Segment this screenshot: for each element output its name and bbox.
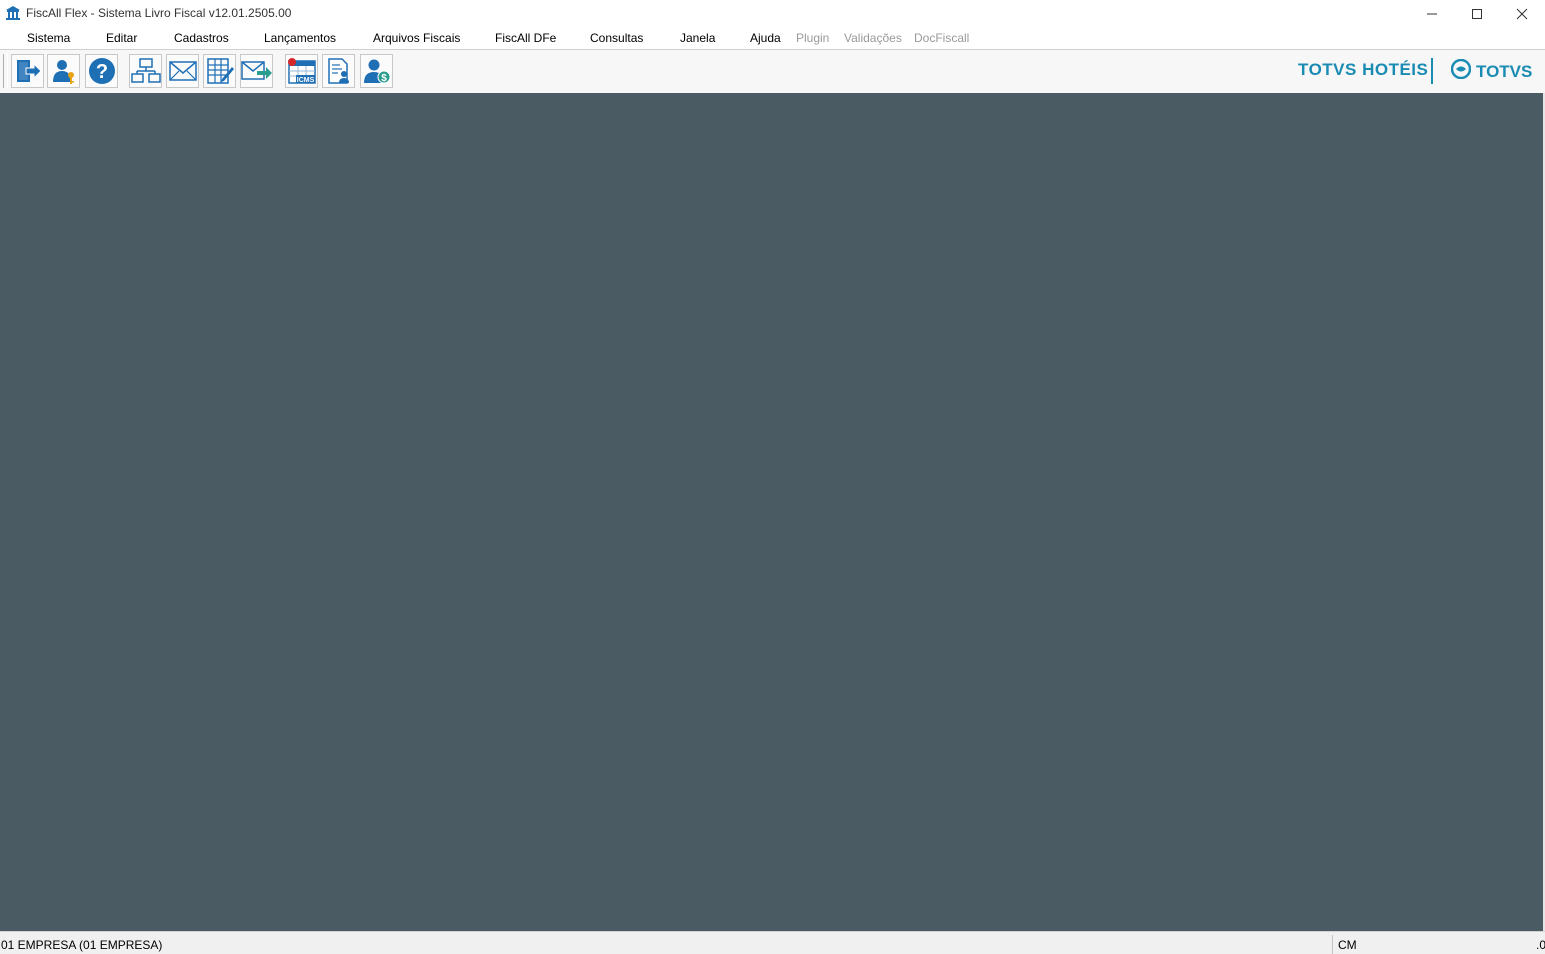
status-company: 01 EMPRESA (01 EMPRESA) xyxy=(1,938,163,952)
minimize-icon xyxy=(1426,8,1438,20)
status-bar: 01 EMPRESA (01 EMPRESA) CM .0 xyxy=(0,931,1545,954)
menu-bar: Sistema Editar Cadastros Lançamentos Arq… xyxy=(0,27,1545,49)
menu-fiscall-dfe[interactable]: FiscAll DFe xyxy=(495,31,556,45)
menu-validacoes: Validações xyxy=(844,31,902,45)
user-document-button[interactable] xyxy=(322,54,355,88)
brand-divider xyxy=(1431,58,1433,84)
user-access-button[interactable] xyxy=(47,54,80,88)
exit-button[interactable] xyxy=(11,54,44,88)
totvs-logo-icon xyxy=(1450,58,1476,84)
window-title: FiscAll Flex - Sistema Livro Fiscal v12.… xyxy=(26,6,292,20)
svg-text:?: ? xyxy=(95,61,107,83)
status-divider xyxy=(1332,935,1333,954)
edit-spreadsheet-button[interactable] xyxy=(203,54,236,88)
totvs-logo-text: TOTVS xyxy=(1476,61,1533,81)
edit-spreadsheet-icon xyxy=(205,57,235,85)
envelope-icon xyxy=(168,57,198,85)
menu-docfiscall: DocFiscall xyxy=(914,31,970,45)
mdi-workspace[interactable] xyxy=(0,93,1545,931)
menu-editar[interactable]: Editar xyxy=(106,31,137,45)
status-corner: .0 xyxy=(1536,938,1545,952)
status-mode: CM xyxy=(1338,938,1357,952)
menu-ajuda[interactable]: Ajuda xyxy=(750,31,781,45)
icms-calendar-button[interactable]: ICMS xyxy=(285,54,318,88)
network-button[interactable] xyxy=(129,54,162,88)
menu-sistema[interactable]: Sistema xyxy=(27,31,70,45)
close-button[interactable] xyxy=(1499,0,1544,27)
user-money-button[interactable]: $ xyxy=(360,54,393,88)
totvs-logo: TOTVS xyxy=(1450,58,1533,84)
menu-cadastros[interactable]: Cadastros xyxy=(174,31,229,45)
menu-janela[interactable]: Janela xyxy=(680,31,715,45)
network-icon xyxy=(130,57,161,85)
svg-text:ICMS: ICMS xyxy=(296,77,314,84)
send-mail-button[interactable] xyxy=(240,54,273,88)
menu-arquivos-fiscais[interactable]: Arquivos Fiscais xyxy=(373,31,460,45)
menu-lancamentos[interactable]: Lançamentos xyxy=(264,31,336,45)
help-icon: ? xyxy=(88,57,116,85)
menu-plugin: Plugin xyxy=(796,31,830,45)
user-money-icon: $ xyxy=(362,57,392,85)
title-bar: FiscAll Flex - Sistema Livro Fiscal v12.… xyxy=(0,0,1545,27)
send-mail-icon xyxy=(240,57,273,85)
maximize-icon xyxy=(1471,8,1483,20)
user-key-icon xyxy=(50,57,78,85)
menu-consultas[interactable]: Consultas xyxy=(590,31,643,45)
minimize-button[interactable] xyxy=(1409,0,1454,27)
maximize-button[interactable] xyxy=(1454,0,1499,27)
exit-icon xyxy=(14,57,42,85)
close-icon xyxy=(1516,8,1528,20)
svg-text:$: $ xyxy=(381,73,387,84)
help-button[interactable]: ? xyxy=(85,54,118,88)
toolbar-grip[interactable] xyxy=(3,54,8,88)
icms-calendar-icon: ICMS xyxy=(286,57,318,85)
app-building-icon xyxy=(5,5,21,21)
totvs-hoteis-logo: TOTVS HOTÉIS xyxy=(1298,60,1429,79)
user-document-icon xyxy=(325,57,353,85)
envelope-button[interactable] xyxy=(166,54,199,88)
